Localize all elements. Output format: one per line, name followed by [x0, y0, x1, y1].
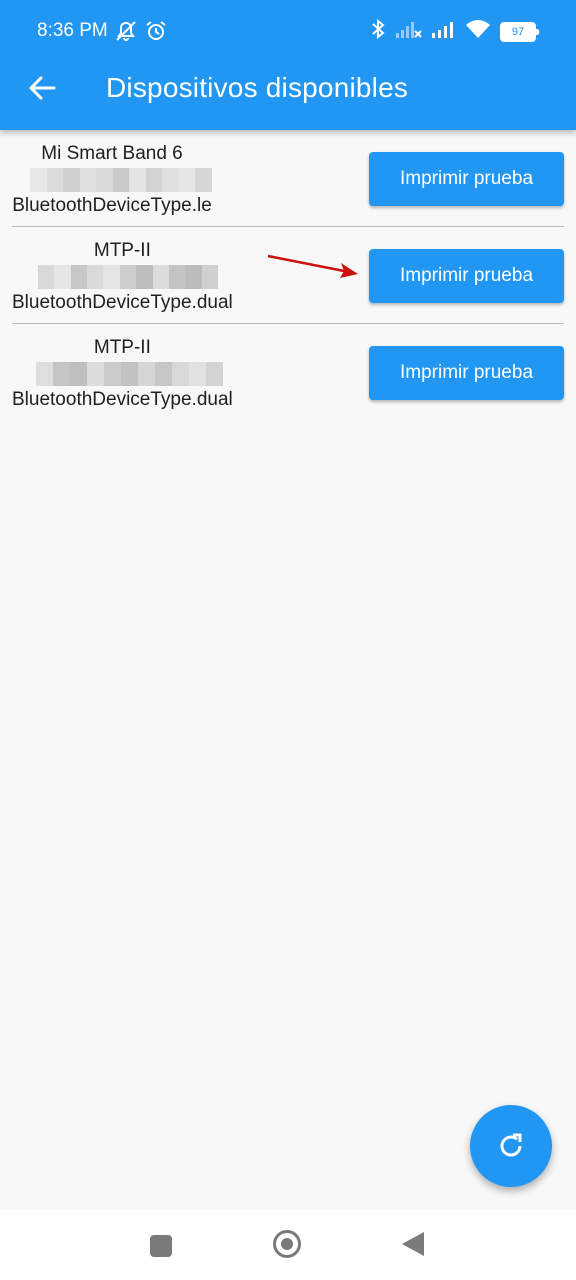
device-info: Mi Smart Band 6 BluetoothDeviceType.le	[12, 142, 213, 218]
device-info: MTP-II BluetoothDeviceType.dual	[12, 239, 233, 315]
back-button[interactable]	[22, 68, 62, 108]
mute-icon	[114, 20, 138, 47]
arrow-back-icon	[29, 76, 56, 100]
system-nav-bar	[0, 1210, 576, 1280]
bluetooth-icon	[370, 18, 386, 45]
page-title: Dispositivos disponibles	[106, 72, 409, 103]
redacted-address	[38, 265, 218, 289]
device-row: MTP-II BluetoothDeviceType.dual Imprimir…	[12, 324, 564, 420]
battery-icon: 97	[500, 21, 539, 42]
print-test-button[interactable]: Imprimir prueba	[369, 152, 564, 206]
redacted-address	[34, 362, 224, 386]
refresh-icon	[500, 1133, 522, 1157]
print-test-button[interactable]: Imprimir prueba	[369, 346, 564, 400]
signal-off-icon	[396, 20, 422, 43]
app-bar: Dispositivos disponibles	[0, 48, 576, 130]
print-test-button[interactable]: Imprimir prueba	[369, 249, 564, 303]
device-name: MTP-II	[93, 240, 151, 261]
home-icon[interactable]	[273, 1230, 301, 1258]
device-name: Mi Smart Band 6	[41, 143, 183, 164]
device-type: BluetoothDeviceType.dual	[12, 292, 233, 313]
status-time: 8:36 PM	[37, 20, 108, 41]
status-bar: 8:36 PM 97	[0, 0, 576, 48]
device-name: MTP-II	[93, 337, 151, 358]
top-bar: 8:36 PM 97 Dispositivos disponibles	[0, 0, 576, 130]
device-type: BluetoothDeviceType.le	[12, 195, 212, 216]
device-row: Mi Smart Band 6 BluetoothDeviceType.le I…	[12, 130, 564, 227]
redacted-address	[30, 168, 213, 192]
refresh-button[interactable]	[470, 1105, 552, 1187]
back-triangle-icon[interactable]	[402, 1232, 424, 1256]
annotation-arrow	[267, 254, 358, 278]
signal-icon	[432, 20, 456, 43]
recent-apps-icon[interactable]	[150, 1235, 172, 1257]
status-left-icons	[114, 20, 168, 47]
wifi-icon	[466, 20, 490, 43]
alarm-icon	[144, 20, 168, 47]
device-info: MTP-II BluetoothDeviceType.dual	[12, 336, 233, 412]
device-type: BluetoothDeviceType.dual	[12, 389, 233, 410]
status-right-icons: 97	[370, 18, 539, 45]
